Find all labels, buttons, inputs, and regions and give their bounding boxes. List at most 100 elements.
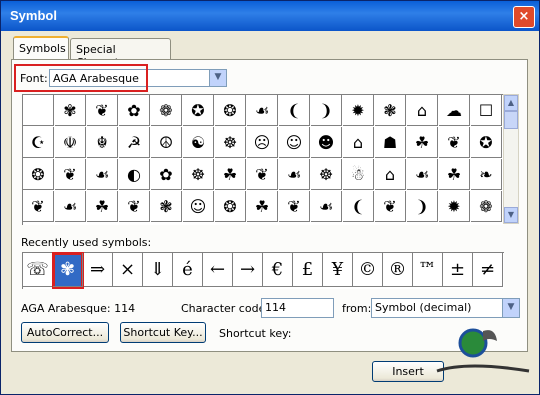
symbol-cell[interactable]: ❃	[151, 191, 182, 222]
from-label: from:	[342, 302, 372, 315]
symbol-cell[interactable]: ☻	[311, 127, 342, 158]
recent-symbol-cell[interactable]: ✾	[53, 253, 83, 287]
symbol-cell[interactable]: ☘	[87, 191, 118, 222]
symbol-cell[interactable]: ❦	[279, 191, 310, 222]
symbol-cell[interactable]: ◐	[119, 159, 150, 190]
symbol-cell[interactable]: ❩	[407, 191, 438, 222]
symbol-cell[interactable]: ⌂	[375, 159, 406, 190]
symbol-cell[interactable]: ❨	[279, 95, 310, 126]
symbol-cell[interactable]: ☗	[375, 127, 406, 158]
tab-symbols[interactable]: Symbols	[13, 36, 69, 60]
recent-symbol-cell[interactable]: ®	[383, 253, 413, 287]
symbol-cell[interactable]: ☙	[55, 191, 86, 222]
recent-symbol-cell[interactable]: ⇓	[143, 253, 173, 287]
char-code-value: 114	[265, 301, 286, 314]
symbol-cell[interactable]: ☐	[471, 95, 502, 126]
symbol-cell[interactable]: ☸	[183, 159, 214, 190]
recent-symbol-cell[interactable]: €	[263, 253, 293, 287]
symbol-cell[interactable]: ☭	[119, 127, 150, 158]
shortcut-key-button[interactable]: Shortcut Key...	[120, 322, 206, 343]
symbol-cell[interactable]: ❁	[151, 95, 182, 126]
symbol-cell[interactable]: ✿	[151, 159, 182, 190]
symbol-grid-scrollbar[interactable]: ▲ ▼	[503, 94, 519, 224]
symbol-cell[interactable]: ☺	[279, 127, 310, 158]
symbol-cell[interactable]: ☁	[439, 95, 470, 126]
symbol-cell[interactable]: ✪	[183, 95, 214, 126]
symbol-cell[interactable]: ☯	[183, 127, 214, 158]
symbol-cell[interactable]: ☮	[151, 127, 182, 158]
symbol-cell[interactable]: ☬	[87, 127, 118, 158]
char-code-label: Character code:	[181, 302, 270, 315]
symbol-cell[interactable]: ❂	[23, 159, 54, 190]
symbol-cell[interactable]: ☸	[311, 159, 342, 190]
symbol-cell[interactable]: ⌂	[343, 127, 374, 158]
symbol-cell[interactable]: ☘	[439, 159, 470, 190]
symbol-cell[interactable]: ❨	[343, 191, 374, 222]
symbol-cell[interactable]: ❂	[215, 191, 246, 222]
symbol-cell[interactable]: ❦	[439, 127, 470, 158]
symbol-cell[interactable]: ❦	[119, 191, 150, 222]
symbol-cell[interactable]: ☸	[215, 127, 246, 158]
recent-symbol-cell[interactable]: ←	[203, 253, 233, 287]
symbol-cell[interactable]: ❧	[471, 159, 502, 190]
recent-symbol-cell[interactable]: é	[173, 253, 203, 287]
recent-symbol-cell[interactable]: ¥	[323, 253, 353, 287]
scroll-down-icon[interactable]: ▼	[504, 207, 518, 223]
symbol-cell[interactable]: ⌂	[407, 95, 438, 126]
symbol-name: AGA Arabesque: 114	[21, 302, 136, 315]
symbol-cell[interactable]: ☙	[311, 191, 342, 222]
symbol-cell[interactable]: ❃	[375, 95, 406, 126]
tab-special-characters[interactable]: Special Characters	[70, 38, 171, 69]
symbol-cell[interactable]: ❁	[471, 191, 502, 222]
symbol-cell[interactable]	[23, 95, 54, 126]
symbol-cell[interactable]: ☙	[279, 159, 310, 190]
recent-symbols-strip[interactable]: ☏ ✾ ⇒ × ⇓ é ← → € £ ¥ © ® ™ ± ≠	[22, 252, 504, 289]
symbol-cell[interactable]: ☺	[183, 191, 214, 222]
symbol-cell[interactable]: ✾	[55, 95, 86, 126]
symbol-cell[interactable]: ✪	[471, 127, 502, 158]
recent-symbol-cell[interactable]: £	[293, 253, 323, 287]
recent-symbols-label: Recently used symbols:	[21, 236, 152, 249]
symbol-cell[interactable]: ✹	[343, 95, 374, 126]
symbol-grid[interactable]: ✾ ❦ ✿ ❁ ✪ ❂ ☙ ❨ ❩ ✹ ❃ ⌂ ☁ ☐ ☪ ☫ ☬ ☭ ☮ ☯ ☸ ☹ ☺ ☻ ⌂ ☗ ☘ ❦ ✪ ❂ ❦ ☙ ◐ ✿ ☸ ☘ ❦ ☙ ☸ ☃…	[22, 94, 504, 225]
symbol-cell[interactable]: ☘	[215, 159, 246, 190]
symbol-cell[interactable]: ☙	[247, 95, 278, 126]
chevron-down-icon[interactable]: ▼	[209, 70, 226, 86]
scroll-thumb[interactable]	[504, 111, 518, 129]
symbol-cell[interactable]: ☪	[23, 127, 54, 158]
symbol-cell[interactable]: ☃	[343, 159, 374, 190]
symbol-cell[interactable]: ❦	[23, 191, 54, 222]
symbol-cell[interactable]: ☙	[87, 159, 118, 190]
symbol-cell[interactable]: ☘	[247, 191, 278, 222]
recent-symbol-cell[interactable]: ©	[353, 253, 383, 287]
recent-symbol-cell[interactable]: ×	[113, 253, 143, 287]
recent-symbol-cell[interactable]: ☏	[23, 253, 53, 287]
scroll-up-icon[interactable]: ▲	[504, 95, 518, 111]
dialog-title: Symbol	[10, 8, 57, 23]
recent-symbol-cell[interactable]: ±	[443, 253, 473, 287]
symbol-cell[interactable]: ❂	[215, 95, 246, 126]
symbol-cell[interactable]: ☫	[55, 127, 86, 158]
symbol-cell[interactable]: ✿	[119, 95, 150, 126]
symbol-cell[interactable]: ☘	[407, 127, 438, 158]
from-select[interactable]: Symbol (decimal) ▼	[371, 298, 520, 318]
chevron-down-icon[interactable]: ▼	[502, 299, 519, 317]
symbol-cell[interactable]: ☹	[247, 127, 278, 158]
recent-symbol-cell[interactable]: ≠	[473, 253, 503, 287]
close-icon[interactable]: ×	[513, 6, 535, 28]
symbol-cell[interactable]: ❦	[375, 191, 406, 222]
symbol-cell[interactable]: ❩	[311, 95, 342, 126]
symbol-cell[interactable]: ❦	[55, 159, 86, 190]
symbol-cell[interactable]: ❦	[247, 159, 278, 190]
tab-symbols-label: Symbols	[19, 42, 66, 55]
shortcut-key-label: Shortcut key:	[219, 327, 292, 340]
symbol-cell[interactable]: ❦	[87, 95, 118, 126]
recent-symbol-cell[interactable]: ⇒	[83, 253, 113, 287]
recent-symbol-cell[interactable]: ™	[413, 253, 443, 287]
char-code-input[interactable]: 114	[261, 298, 334, 318]
autocorrect-button[interactable]: AutoCorrect...	[21, 322, 109, 343]
recent-symbol-cell[interactable]: →	[233, 253, 263, 287]
symbol-cell[interactable]: ✹	[439, 191, 470, 222]
symbol-cell[interactable]: ☙	[407, 159, 438, 190]
title-bar[interactable]: Symbol ×	[1, 1, 539, 31]
